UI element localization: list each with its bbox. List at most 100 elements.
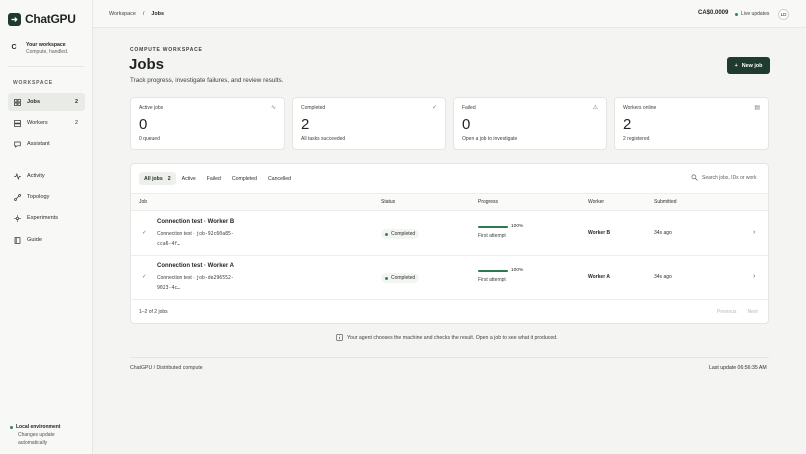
tab-label: All jobs <box>144 175 163 182</box>
submitted-time: 34s ago <box>654 274 672 280</box>
search-placeholder: Search jobs, IDs or work <box>702 174 757 181</box>
tab-label: Completed <box>231 175 257 182</box>
sidebar-item-jobs[interactable]: Jobs 2 <box>8 93 85 111</box>
stat-sub: Open a job to investigate <box>462 136 518 142</box>
check-icon: ✓ <box>142 230 147 236</box>
stat-sub: 2 registered <box>623 136 650 142</box>
attempt-label: First attempt <box>478 277 506 284</box>
live-dot-icon <box>735 12 738 16</box>
progress-fill <box>478 225 508 228</box>
progress-percent: 100% <box>511 224 524 229</box>
table-row[interactable]: ✓ Connection test · Worker B Connection … <box>131 212 768 256</box>
page-eyebrow: COMPUTE WORKSPACE <box>130 47 203 53</box>
sidebar-item-guide[interactable]: Guide <box>8 231 85 249</box>
status-label: Completed <box>391 275 416 281</box>
pagination-range: 1–2 of 2 jobs <box>139 309 168 315</box>
table-row[interactable]: ✓ Connection test · Worker A Connection … <box>131 256 768 300</box>
column-header-progress: Progress <box>478 199 499 205</box>
chevron-right-icon[interactable]: › <box>753 229 755 236</box>
experiment-icon <box>13 214 21 222</box>
sidebar-item-label: Workers <box>27 120 48 126</box>
job-type: Connection test <box>157 275 192 281</box>
search-input[interactable]: Search jobs, IDs or work <box>691 174 756 181</box>
progress-bar <box>478 269 508 272</box>
stat-label: Active jobs <box>139 105 164 111</box>
progress-percent: 100% <box>511 268 524 273</box>
info-hint: Your agent chooses the machine and check… <box>336 334 558 341</box>
sidebar-item-topology[interactable]: Topology <box>8 188 85 206</box>
stat-card-workers: Workers online ▤ 2 2 registered <box>614 97 769 150</box>
worker-name: Worker B <box>588 230 611 236</box>
progress-bar <box>478 225 508 228</box>
server-icon: ▤ <box>754 105 760 111</box>
book-icon <box>13 236 21 244</box>
status-badge: Completed <box>381 273 420 283</box>
chevron-right-icon[interactable]: › <box>753 273 755 280</box>
submitted-time: 34s ago <box>654 230 672 236</box>
sidebar-item-activity[interactable]: Activity <box>8 167 85 185</box>
environment-indicator: Local environment Changes update automat… <box>10 424 68 447</box>
stat-value: 2 <box>301 116 310 133</box>
warning-icon: ⚠ <box>592 105 598 111</box>
user-avatar[interactable]: LD <box>778 9 789 20</box>
stat-value: 0 <box>139 116 148 133</box>
footer-brand: ChatGPU / Distributed compute <box>130 365 203 371</box>
nav-count-badge: 2 <box>75 120 78 126</box>
check-icon: ✓ <box>431 105 437 111</box>
breadcrumb-separator: / <box>142 11 145 17</box>
filter-tabs: All jobs 2 Active Failed Completed Cancel… <box>139 172 296 185</box>
brand-logo[interactable]: ➜ ChatGPU <box>8 12 76 26</box>
attempt-label: First attempt <box>478 233 506 240</box>
job-name: Connection test · Worker A <box>157 263 235 269</box>
environment-title: Local environment <box>16 424 61 430</box>
workspace-switcher[interactable]: C Your workspace Compute, handled. <box>8 41 84 67</box>
stat-card-completed: Completed ✓ 2 All tasks succeeded <box>292 97 446 150</box>
next-page-button[interactable]: Next <box>747 309 757 315</box>
status-dot-icon <box>385 232 388 236</box>
job-type: Connection test <box>157 231 192 237</box>
activity-icon: ∿ <box>270 105 276 111</box>
breadcrumb-workspace[interactable]: Workspace <box>109 11 136 17</box>
tab-all-jobs[interactable]: All jobs 2 <box>139 172 176 185</box>
column-header-job: Job <box>139 199 148 205</box>
progress-fill <box>478 269 508 272</box>
table-header: Job Status Progress Worker Submitted <box>131 193 768 211</box>
info-icon <box>336 334 343 341</box>
tab-failed[interactable]: Failed <box>202 172 226 185</box>
job-meta-separator: · <box>193 275 195 281</box>
topology-icon <box>13 193 21 201</box>
stat-label: Failed <box>462 105 476 111</box>
last-update: Last update 06:56:35 AM <box>709 365 767 371</box>
brand-name: ChatGPU <box>25 12 76 26</box>
sidebar-item-label: Guide <box>27 237 42 243</box>
previous-page-button[interactable]: Previous <box>717 309 736 315</box>
new-job-button[interactable]: + New job <box>727 57 770 74</box>
stat-sub: All tasks succeeded <box>301 136 346 142</box>
tab-cancelled[interactable]: Cancelled <box>263 172 296 185</box>
stat-label: Workers online <box>623 105 657 111</box>
new-job-label: New job <box>741 62 763 69</box>
sidebar-item-experiments[interactable]: Experiments <box>8 209 85 227</box>
cost-readout: CA$0.0009 <box>698 10 729 16</box>
pagination: Previous Next <box>717 309 758 315</box>
sidebar-item-label: Jobs <box>27 99 41 105</box>
brand-mark-icon: ➜ <box>8 12 21 26</box>
sidebar-item-label: Assistant <box>27 141 50 147</box>
progress-cell: 100% First attempt <box>478 224 523 239</box>
sidebar-item-workers[interactable]: Workers 2 <box>8 114 85 132</box>
workspace-subtitle: Compute, handled. <box>26 49 69 55</box>
workspace-title: Your workspace <box>26 42 66 48</box>
worker-name: Worker A <box>588 274 610 280</box>
sidebar-item-assistant[interactable]: Assistant <box>8 135 85 153</box>
column-header-worker: Worker <box>588 199 605 205</box>
sidebar: ➜ ChatGPU C Your workspace Compute, hand… <box>0 0 93 454</box>
column-header-submitted: Submitted <box>654 199 677 205</box>
environment-note: Changes update automatically <box>18 432 55 446</box>
tab-active[interactable]: Active <box>177 172 201 185</box>
tab-completed[interactable]: Completed <box>227 172 262 185</box>
job-meta: Connection test · job-92c60a85-cca6-4f… <box>157 230 247 249</box>
breadcrumb: Workspace / Jobs <box>109 11 164 17</box>
workspace-avatar: C <box>11 43 17 51</box>
tab-count: 2 <box>167 175 171 182</box>
stat-value: 0 <box>462 116 471 133</box>
